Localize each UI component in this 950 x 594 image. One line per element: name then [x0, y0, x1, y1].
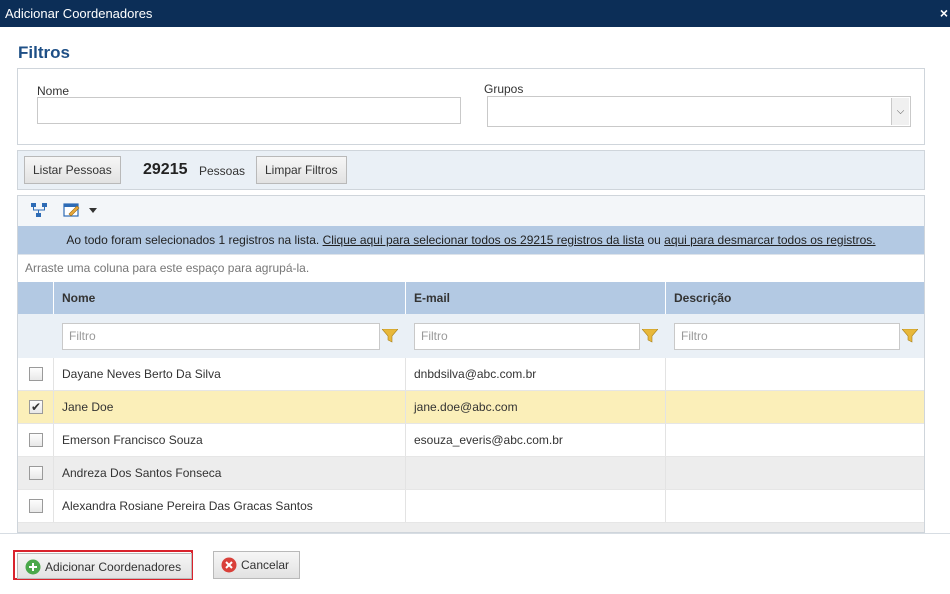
- caret-down-icon[interactable]: [89, 208, 97, 214]
- selection-banner-or: ou: [647, 233, 661, 247]
- cell-email: dnbdsilva@abc.com.br: [414, 367, 537, 381]
- table-row[interactable]: Dayane Neves Berto Da Silva dnbdsilva@abc…: [18, 358, 924, 391]
- chevron-down-icon[interactable]: ⌵: [891, 98, 909, 125]
- row-checkbox[interactable]: [29, 433, 43, 447]
- listar-pessoas-button[interactable]: Listar Pessoas: [24, 156, 121, 184]
- cell-nome: Andreza Dos Santos Fonseca: [62, 466, 222, 480]
- add-coordinators-button[interactable]: Adicionar Coordenadores: [17, 553, 193, 579]
- grid-header: Nome E-mail Descrição: [18, 282, 924, 314]
- cancel-button[interactable]: Cancelar: [213, 551, 301, 579]
- filters-panel: Nome Grupos ⌵: [17, 68, 925, 145]
- filter-email-funnel-icon[interactable]: [642, 329, 658, 343]
- window-titlebar: Adicionar Coordenadores ×: [0, 0, 950, 27]
- filter-nome-funnel-icon[interactable]: [382, 329, 398, 343]
- cell-descricao: [666, 358, 924, 390]
- filter-descricao-funnel-icon[interactable]: [902, 329, 918, 343]
- cell-email: [406, 457, 664, 489]
- add-coordinators-label: Adicionar Coordenadores: [45, 560, 182, 574]
- list-toolbar: Listar Pessoas 29215 Pessoas Limpar Filt…: [17, 150, 925, 190]
- cell-email: jane.doe@abc.com: [414, 400, 518, 414]
- group-drop-area[interactable]: Arraste uma coluna para este espaço para…: [18, 254, 924, 282]
- table-row[interactable]: [18, 523, 924, 532]
- edit-columns-icon[interactable]: [63, 202, 81, 218]
- window-title: Adicionar Coordenadores: [5, 6, 153, 21]
- table-row[interactable]: Alexandra Rosiane Pereira Das Gracas San…: [18, 490, 924, 523]
- cell-nome: Alexandra Rosiane Pereira Das Gracas San…: [62, 499, 313, 513]
- cell-nome: Dayane Neves Berto Da Silva: [62, 367, 221, 381]
- filter-nome-input[interactable]: Filtro: [62, 323, 380, 350]
- grid-filter-row: Filtro Filtro Filtro: [18, 314, 924, 358]
- table-row[interactable]: Andreza Dos Santos Fonseca: [18, 457, 924, 490]
- people-count-label: Pessoas: [199, 164, 246, 178]
- table-row[interactable]: Emerson Francisco Souza esouza_everis@abc…: [18, 424, 924, 457]
- row-checkbox[interactable]: [29, 466, 43, 480]
- cell-nome: Jane Doe: [62, 400, 114, 414]
- nome-label: Nome: [37, 84, 70, 98]
- cell-descricao: [666, 424, 924, 456]
- deselect-all-link[interactable]: aqui para desmarcar todos os registros.: [664, 233, 875, 247]
- select-all-link[interactable]: Clique aqui para selecionar todos os 292…: [323, 233, 645, 247]
- filter-email-input[interactable]: Filtro: [414, 323, 640, 350]
- nome-input[interactable]: [37, 97, 461, 124]
- cancel-label: Cancelar: [241, 558, 290, 572]
- people-count: 29215: [143, 161, 188, 178]
- cell-descricao: [666, 391, 924, 423]
- grupos-select[interactable]: ⌵: [487, 96, 911, 127]
- filter-descricao-input[interactable]: Filtro: [674, 323, 900, 350]
- selection-banner: Ao todo foram selecionados 1 registros n…: [18, 226, 924, 254]
- dialog-footer: Adicionar Coordenadores Cancelar: [0, 533, 950, 594]
- close-icon[interactable]: ×: [940, 0, 948, 27]
- people-grid: Ao todo foram selecionados 1 registros n…: [17, 195, 925, 533]
- table-row[interactable]: ✔ Jane Doe jane.doe@abc.com: [18, 391, 924, 424]
- header-select-column: [18, 282, 53, 314]
- cell-descricao: [666, 490, 924, 522]
- header-nome[interactable]: Nome: [53, 282, 405, 314]
- grid-toolbar: [18, 196, 924, 226]
- cell-nome: Emerson Francisco Souza: [62, 433, 203, 447]
- cell-email: esouza_everis@abc.com.br: [414, 433, 563, 447]
- hierarchy-icon[interactable]: [30, 202, 48, 218]
- header-descricao[interactable]: Descrição: [665, 282, 924, 314]
- filters-title: Filtros: [18, 43, 70, 62]
- add-icon: [25, 559, 41, 575]
- cell-descricao: [666, 457, 924, 489]
- cell-email: [406, 490, 664, 522]
- row-checkbox[interactable]: [29, 367, 43, 381]
- grupos-label: Grupos: [484, 82, 524, 96]
- cancel-icon: [221, 557, 237, 573]
- row-checkbox[interactable]: ✔: [29, 400, 43, 414]
- limpar-filtros-button[interactable]: Limpar Filtros: [256, 156, 347, 184]
- row-checkbox[interactable]: [29, 499, 43, 513]
- header-email[interactable]: E-mail: [405, 282, 665, 314]
- selection-summary: Ao todo foram selecionados 1 registros n…: [66, 233, 320, 247]
